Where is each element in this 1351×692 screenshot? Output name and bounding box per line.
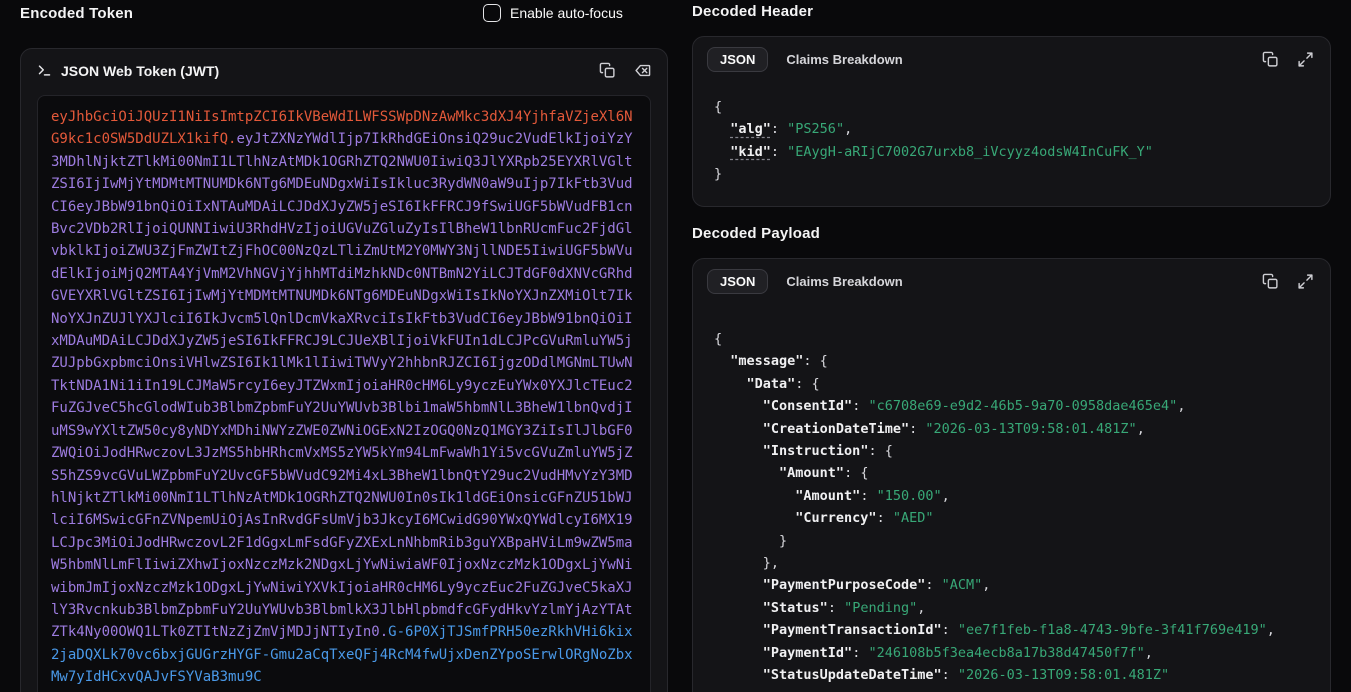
decoded-header-json: { "alg": "PS256", "kid": "EAygH-aRIjC700… (693, 72, 1330, 196)
tab-claims-breakdown-payload[interactable]: Claims Breakdown (786, 274, 902, 289)
decoded-header-card: JSON Claims Breakdown (692, 36, 1331, 207)
decoded-header-tabs: JSON Claims Breakdown (693, 37, 1330, 72)
token-payload-segment: eyJtZXNzYWdlIjp7IkRhdGEiOnsiQ29uc2VudElk… (51, 131, 633, 640)
tab-json-payload[interactable]: JSON (707, 269, 768, 294)
tab-claims-breakdown-header[interactable]: Claims Breakdown (786, 52, 902, 67)
expand-icon (1297, 51, 1314, 68)
tab-json-header[interactable]: JSON (707, 47, 768, 72)
copy-icon (1262, 51, 1279, 68)
autofocus-checkbox[interactable] (483, 4, 501, 22)
expand-header-button[interactable] (1297, 51, 1314, 68)
decoded-payload-card: JSON Claims Breakdown (692, 258, 1331, 692)
copy-payload-button[interactable] (1262, 273, 1279, 290)
copy-token-button[interactable] (599, 62, 616, 79)
decoded-header-title: Decoded Header (692, 3, 813, 20)
decoded-payload-tabs: JSON Claims Breakdown (693, 259, 1330, 294)
expand-payload-button[interactable] (1297, 273, 1314, 290)
jwt-card-title: JSON Web Token (JWT) (61, 63, 219, 79)
copy-icon (599, 62, 616, 79)
decoded-payload-title: Decoded Payload (692, 225, 820, 242)
jwt-token-input[interactable]: eyJhbGciOiJQUzI1NiIsImtpZCI6IkVBeWdILWFS… (37, 95, 651, 692)
encoded-token-card-header: JSON Web Token (JWT) (21, 49, 667, 92)
decoded-payload-json: { "message": { "Data": { "ConsentId": "c… (693, 294, 1330, 692)
autofocus-label: Enable auto-focus (510, 5, 623, 21)
encoded-token-card: JSON Web Token (JWT) eyJhbGciOiJQUzI1NiI… (20, 48, 668, 692)
expand-icon (1297, 273, 1314, 290)
backspace-icon (634, 62, 651, 79)
clear-token-button[interactable] (634, 62, 651, 79)
encoded-token-title: Encoded Token (20, 5, 133, 22)
copy-header-button[interactable] (1262, 51, 1279, 68)
copy-icon (1262, 273, 1279, 290)
terminal-icon (37, 63, 52, 78)
autofocus-toggle[interactable]: Enable auto-focus (483, 4, 623, 22)
